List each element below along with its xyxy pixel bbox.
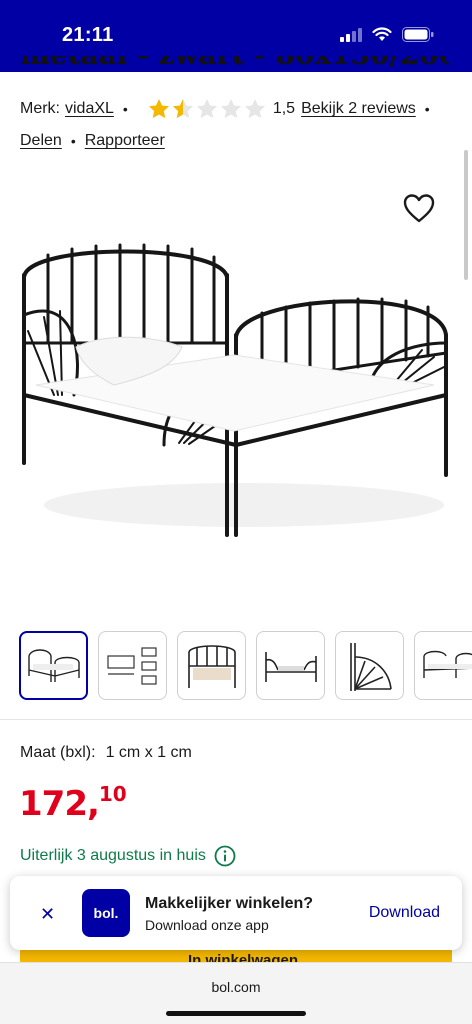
home-indicator[interactable] (166, 1011, 306, 1016)
wifi-icon (372, 27, 392, 41)
close-icon[interactable]: ✕ (40, 904, 55, 925)
banner-subtitle: Download onze app (145, 917, 269, 933)
star-empty-icon (220, 99, 241, 119)
size-label: Maat (bxl): (20, 744, 96, 761)
thumbnail[interactable] (177, 631, 246, 700)
divider (0, 719, 472, 720)
separator: • (70, 133, 76, 149)
thumbnail[interactable] (98, 631, 167, 700)
thumbnail[interactable] (19, 631, 88, 700)
report-link[interactable]: Rapporteer (85, 132, 165, 150)
thumbnail[interactable] (256, 631, 325, 700)
separator: • (122, 101, 128, 117)
download-button[interactable]: Download (369, 904, 440, 922)
browser-url-bar: bol.com (0, 962, 472, 1024)
size-value: 1 cm x 1 cm (105, 744, 192, 761)
url-text[interactable]: bol.com (0, 979, 472, 995)
scrollbar[interactable] (464, 150, 468, 280)
price-cents: 10 (98, 782, 127, 806)
price: 172,10 (19, 782, 127, 824)
status-icons (340, 27, 434, 42)
price-euros: 172, (19, 784, 100, 824)
product-meta-row: Merk: vidaXL • 1,5 Bekijk 2 reviews • (20, 97, 439, 121)
product-title: metaal - zwart - 80x130/200 cm (20, 56, 450, 76)
star-empty-icon (196, 99, 217, 119)
size-row: Maat (bxl): 1 cm x 1 cm (20, 744, 192, 762)
info-icon[interactable] (214, 845, 236, 867)
rating-stars (147, 97, 267, 121)
thumbnail[interactable] (335, 631, 404, 700)
battery-icon (402, 27, 434, 42)
product-actions-row: Delen • Rapporteer (20, 132, 165, 150)
star-full-icon (148, 99, 169, 119)
status-time: 21:11 (62, 24, 114, 46)
thumbnail[interactable] (414, 631, 472, 700)
rating-value: 1,5 (272, 100, 296, 117)
signal-icon (340, 27, 362, 42)
reviews-link[interactable]: Bekijk 2 reviews (301, 100, 416, 118)
star-empty-icon (244, 99, 265, 119)
star-half-icon (172, 99, 193, 119)
share-link[interactable]: Delen (20, 132, 62, 150)
separator: • (424, 101, 430, 117)
product-main-image[interactable] (14, 235, 454, 545)
delivery-info: Uiterlijk 3 augustus in huis (20, 845, 236, 867)
banner-title: Makkelijker winkelen? (145, 895, 314, 912)
thumbnail-strip (19, 631, 472, 700)
delivery-text: Uiterlijk 3 augustus in huis (20, 847, 206, 864)
app-download-banner: ✕ bol. Makkelijker winkelen? Download on… (10, 876, 462, 950)
brand-label: Merk: (20, 100, 60, 117)
heart-icon[interactable] (402, 192, 436, 224)
brand-link[interactable]: vidaXL (65, 100, 114, 118)
app-logo: bol. (82, 889, 130, 937)
